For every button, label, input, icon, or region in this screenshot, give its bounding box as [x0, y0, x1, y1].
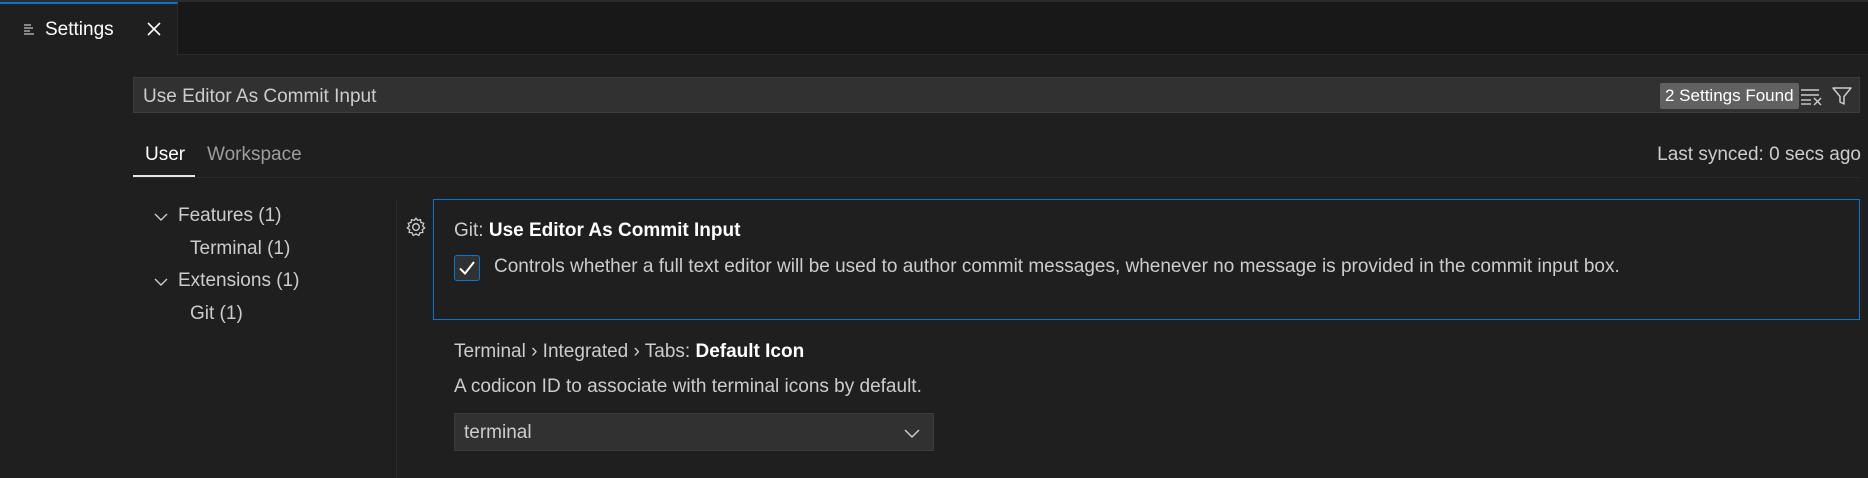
setting-category: Terminal › Integrated › Tabs:: [454, 341, 696, 362]
divider: [133, 177, 1860, 178]
setting-git-use-editor-as-commit-input: Git: Use Editor As Commit Input Controls…: [433, 199, 1860, 320]
chevron-down-icon[interactable]: [153, 274, 169, 290]
setting-name: Use Editor As Commit Input: [488, 220, 741, 241]
close-icon[interactable]: [145, 20, 163, 38]
toc-divider: [396, 200, 397, 478]
setting-category: Git:: [454, 220, 489, 241]
setting-title: Terminal › Integrated › Tabs: Default Ic…: [454, 341, 804, 363]
search-input-value: Use Editor As Commit Input: [143, 86, 377, 107]
editor-tab-bar: Settings: [0, 0, 1868, 56]
chevron-down-icon[interactable]: [153, 209, 169, 225]
setting-title: Git: Use Editor As Commit Input: [454, 220, 740, 242]
toc-item-extensions[interactable]: Extensions (1): [178, 270, 299, 292]
sync-status: Last synced: 0 secs ago: [1657, 144, 1861, 165]
setting-name: Default Icon: [695, 341, 805, 362]
gear-icon[interactable]: [405, 216, 427, 238]
tab-user[interactable]: User: [145, 144, 185, 166]
settings-editor-icon: [24, 24, 34, 35]
settings-found-badge: 2 Settings Found: [1660, 83, 1799, 109]
setting-description: A codicon ID to associate with terminal …: [454, 376, 922, 397]
check-icon: [459, 261, 475, 276]
toc-item-git[interactable]: Git (1): [190, 303, 243, 325]
clear-filter-icon[interactable]: [1800, 86, 1822, 106]
tab-settings[interactable]: Settings: [0, 2, 178, 56]
tab-workspace[interactable]: Workspace: [207, 144, 302, 166]
setting-description: Controls whether a full text editor will…: [494, 256, 1620, 277]
chevron-down-icon: [904, 429, 920, 439]
settings-search-input[interactable]: Use Editor As Commit Input 2 Settings Fo…: [133, 77, 1860, 113]
setting-checkbox[interactable]: [454, 255, 480, 281]
filter-icon[interactable]: [1831, 85, 1853, 107]
select-value: terminal: [464, 422, 532, 443]
tab-label: Settings: [45, 19, 114, 40]
toc-item-features[interactable]: Features (1): [178, 205, 281, 227]
toc-item-terminal[interactable]: Terminal (1): [190, 238, 290, 260]
default-icon-select[interactable]: terminal: [454, 413, 934, 451]
tab-bar-empty-area: [178, 2, 1868, 55]
